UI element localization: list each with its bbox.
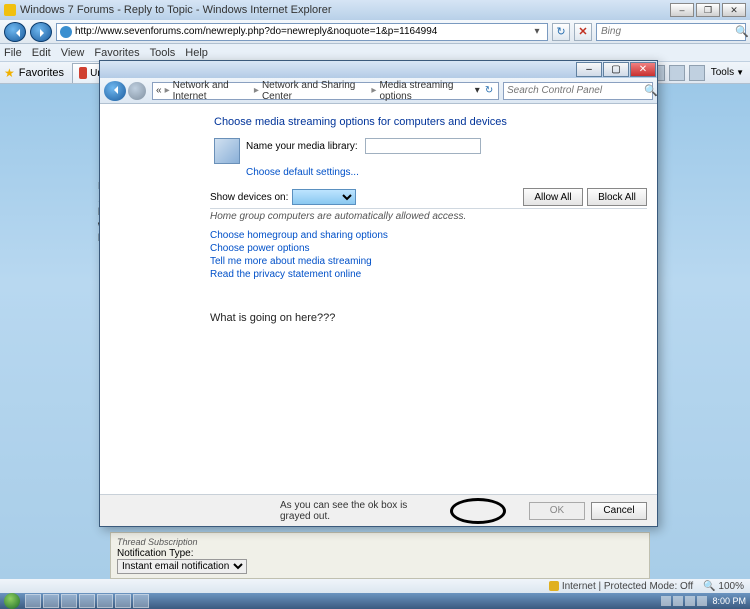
cp-close-button[interactable]: ✕ bbox=[630, 62, 656, 77]
protected-mode-text: Internet | Protected Mode: Off bbox=[562, 581, 693, 592]
library-name-input[interactable] bbox=[365, 138, 481, 154]
breadcrumb-sep-icon: ▸ bbox=[254, 85, 259, 96]
control-panel-window: – ▢ ✕ « ▸ Network and Internet ▸ Network… bbox=[99, 60, 658, 527]
media-library-icon bbox=[214, 138, 240, 164]
block-all-button[interactable]: Block All bbox=[587, 188, 647, 206]
menu-edit[interactable]: Edit bbox=[32, 47, 51, 59]
thread-heading: Thread Subscription bbox=[117, 537, 643, 547]
cp-maximize-button[interactable]: ▢ bbox=[603, 62, 629, 77]
taskbar-wmp-icon[interactable] bbox=[61, 594, 77, 608]
menu-help[interactable]: Help bbox=[185, 47, 208, 59]
link-privacy-statement[interactable]: Read the privacy statement online bbox=[210, 269, 657, 280]
thread-subscription-box: Thread Subscription Notification Type: I… bbox=[110, 532, 650, 579]
refresh-button[interactable]: ↻ bbox=[552, 23, 570, 41]
tools-menu[interactable]: Tools bbox=[711, 67, 734, 78]
ie-nav-bar: http://www.sevenforums.com/newreply.php?… bbox=[0, 20, 750, 44]
cp-forward-button[interactable] bbox=[128, 82, 146, 100]
page-favicon bbox=[4, 4, 16, 16]
link-power-options[interactable]: Choose power options bbox=[210, 243, 657, 254]
taskbar-app-icon[interactable] bbox=[133, 594, 149, 608]
breadcrumb-root-icon: « bbox=[156, 85, 162, 96]
breadcrumb-dropdown-icon[interactable]: ▾ bbox=[471, 85, 483, 96]
taskbar-clock[interactable]: 8:00 PM bbox=[712, 596, 746, 606]
taskbar-explorer-icon[interactable] bbox=[43, 594, 59, 608]
breadcrumb-sep-icon: ▸ bbox=[165, 85, 170, 96]
footer-note: As you can see the ok box is grayed out. bbox=[280, 500, 440, 522]
cp-back-button[interactable] bbox=[104, 81, 126, 101]
tray-volume-icon[interactable] bbox=[697, 596, 707, 606]
menu-file[interactable]: File bbox=[4, 47, 22, 59]
breadcrumb-lvl3[interactable]: Media streaming options bbox=[379, 80, 471, 102]
cp-search-box[interactable]: 🔍 bbox=[503, 82, 653, 100]
address-bar[interactable]: http://www.sevenforums.com/newreply.php?… bbox=[56, 23, 548, 41]
notification-type-select[interactable]: Instant email notification bbox=[117, 559, 247, 574]
cp-footer: As you can see the ok box is grayed out.… bbox=[100, 494, 657, 526]
tray-icon[interactable] bbox=[673, 596, 683, 606]
favorites-label[interactable]: Favorites bbox=[19, 67, 64, 79]
user-question: What is going on here??? bbox=[100, 282, 657, 324]
breadcrumb-lvl2[interactable]: Network and Sharing Center bbox=[262, 80, 368, 102]
allow-all-button[interactable]: Allow All bbox=[523, 188, 583, 206]
window-title: Windows 7 Forums - Reply to Topic - Wind… bbox=[20, 4, 332, 16]
ie-titlebar: Windows 7 Forums - Reply to Topic - Wind… bbox=[0, 0, 750, 20]
breadcrumb[interactable]: « ▸ Network and Internet ▸ Network and S… bbox=[152, 82, 499, 100]
url-text: http://www.sevenforums.com/newreply.php?… bbox=[75, 26, 530, 37]
forward-button[interactable] bbox=[30, 22, 52, 42]
stop-button[interactable]: ✕ bbox=[574, 23, 592, 41]
choose-default-settings-link[interactable]: Choose default settings... bbox=[246, 167, 359, 178]
ie-status-bar: Internet | Protected Mode: Off 🔍 100% bbox=[0, 579, 750, 593]
tab-1-favicon bbox=[79, 67, 87, 79]
close-button[interactable]: ✕ bbox=[722, 3, 746, 17]
search-icon[interactable]: 🔍 bbox=[735, 25, 749, 38]
name-library-label: Name your media library: bbox=[246, 139, 358, 152]
print-icon[interactable] bbox=[689, 65, 705, 81]
cp-body: Choose media streaming options for compu… bbox=[100, 104, 657, 494]
notification-type-label: Notification Type: bbox=[117, 548, 194, 559]
cancel-button[interactable]: Cancel bbox=[591, 502, 647, 520]
zoom-indicator[interactable]: 🔍 100% bbox=[703, 581, 744, 592]
tray-icon[interactable] bbox=[661, 596, 671, 606]
maximize-button[interactable]: ❐ bbox=[696, 3, 720, 17]
menu-tools[interactable]: Tools bbox=[150, 47, 176, 59]
breadcrumb-sep-icon: ▸ bbox=[371, 85, 376, 96]
breadcrumb-refresh-icon[interactable]: ↻ bbox=[483, 85, 495, 96]
stop-icon: ✕ bbox=[578, 25, 587, 38]
taskbar-ie-icon[interactable] bbox=[25, 594, 41, 608]
link-homegroup-sharing[interactable]: Choose homegroup and sharing options bbox=[210, 230, 657, 241]
cp-minimize-button[interactable]: – bbox=[576, 62, 602, 77]
show-devices-label: Show devices on: bbox=[210, 192, 288, 203]
show-devices-select[interactable] bbox=[292, 189, 356, 205]
windows-taskbar: 8:00 PM bbox=[0, 593, 750, 609]
start-button[interactable] bbox=[4, 593, 20, 609]
ie-search-input[interactable] bbox=[601, 26, 735, 37]
ok-button: OK bbox=[529, 502, 585, 520]
tray-network-icon[interactable] bbox=[685, 596, 695, 606]
cp-search-input[interactable] bbox=[504, 85, 644, 96]
minimize-button[interactable]: – bbox=[670, 3, 694, 17]
taskbar-app-icon[interactable] bbox=[79, 594, 95, 608]
homegroup-note: Home group computers are automatically a… bbox=[210, 208, 647, 222]
taskbar-app-icon[interactable] bbox=[115, 594, 131, 608]
menu-favorites[interactable]: Favorites bbox=[94, 47, 139, 59]
related-links: Choose homegroup and sharing options Cho… bbox=[100, 222, 657, 280]
search-icon[interactable]: 🔍 bbox=[644, 84, 658, 98]
page-heading: Choose media streaming options for compu… bbox=[100, 112, 657, 138]
link-media-streaming-help[interactable]: Tell me more about media streaming bbox=[210, 256, 657, 267]
tools-dropdown-icon[interactable]: ▼ bbox=[736, 68, 744, 77]
taskbar-app-icon[interactable] bbox=[97, 594, 113, 608]
shield-icon bbox=[549, 581, 559, 591]
breadcrumb-lvl1[interactable]: Network and Internet bbox=[173, 80, 251, 102]
refresh-icon: ↻ bbox=[556, 25, 565, 38]
address-dropdown-icon[interactable]: ▾ bbox=[530, 26, 544, 37]
cp-nav-bar: « ▸ Network and Internet ▸ Network and S… bbox=[100, 78, 657, 104]
mail-icon[interactable] bbox=[669, 65, 685, 81]
ie-search-box[interactable]: 🔍 bbox=[596, 23, 746, 41]
menu-view[interactable]: View bbox=[61, 47, 85, 59]
globe-icon bbox=[60, 26, 72, 38]
back-button[interactable] bbox=[4, 22, 26, 42]
favorites-star-icon[interactable]: ★ bbox=[4, 66, 15, 80]
cp-titlebar: – ▢ ✕ bbox=[100, 61, 657, 78]
